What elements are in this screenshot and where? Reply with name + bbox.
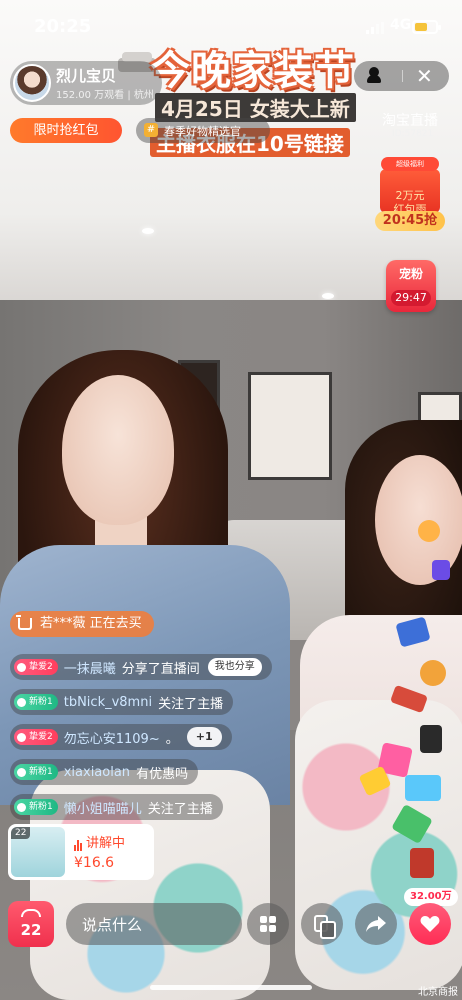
- comment-nickname[interactable]: 勿忘心安1109~: [64, 728, 160, 747]
- ceiling-light: [142, 228, 154, 234]
- comment-item[interactable]: 新粉1 tbNick_v8mni 关注了主播: [10, 689, 234, 715]
- explaining-status: 讲解中: [74, 832, 125, 851]
- copy-icon: [314, 915, 336, 939]
- comment-item[interactable]: 挚爱2 一抹晨曦 分享了直播间 我也分享: [10, 654, 272, 680]
- tag-label: 春季好物精选官: [164, 125, 241, 138]
- copy-button[interactable]: [301, 903, 343, 945]
- divider: [402, 70, 403, 82]
- comment-item[interactable]: 新粉1 xiaxiaolan 有优惠吗: [10, 759, 199, 785]
- comment-item[interactable]: 新粉1 懒小姐喵喵儿 关注了主播: [10, 794, 223, 820]
- badge-label: 新粉1: [29, 697, 53, 707]
- comment-text: 有优惠吗: [136, 766, 189, 782]
- leaf-icon: [17, 767, 26, 777]
- fans-label: 宠粉: [398, 267, 423, 281]
- buying-text: 若***薇 正在去买: [40, 616, 142, 631]
- top-right-controls: ✕: [354, 61, 449, 91]
- cart-icon: [16, 615, 32, 630]
- status-time: 20:25: [34, 16, 92, 37]
- fans-countdown: 29:47: [391, 290, 431, 306]
- host-profile[interactable]: 烈儿宝贝 152.00 万观看 | 杭州: [10, 61, 162, 105]
- tag-chip[interactable]: # 春季好物精选官: [136, 118, 270, 143]
- red-rain-widget[interactable]: 2万元 红包雨 超级福利 20:45抢: [375, 157, 445, 233]
- red-packet-button[interactable]: 限时抢红包: [10, 118, 122, 143]
- red-rain-amount: 2万元: [395, 189, 425, 202]
- comment-text: 。: [165, 731, 179, 747]
- host-stats: 152.00 万观看 | 杭州: [56, 90, 154, 101]
- grid-icon: [260, 916, 276, 932]
- badge-label: 新粉1: [29, 767, 53, 777]
- host-name: 烈儿宝贝: [56, 67, 117, 85]
- love-level-badge: 挚爱2: [14, 659, 58, 675]
- badge-label: 新粉1: [29, 802, 53, 812]
- room-id: ID:57821: [392, 129, 434, 139]
- leaf-icon: [17, 802, 26, 812]
- banner-title: 今晚家装节: [150, 47, 355, 94]
- more-button[interactable]: [247, 903, 289, 945]
- plus-one-button[interactable]: +1: [186, 727, 222, 747]
- comment-nickname[interactable]: 一抹晨曦: [64, 658, 116, 677]
- badge-label: 挚爱2: [29, 732, 53, 742]
- host-avatar[interactable]: [13, 64, 51, 102]
- bag-icon: [21, 909, 41, 917]
- host-face: [62, 375, 174, 525]
- gift-icon: [420, 725, 442, 753]
- fans-gift-card[interactable]: 宠粉 29:47: [386, 260, 436, 312]
- badge-label: 挚爱2: [29, 662, 53, 672]
- share-icon: [366, 916, 386, 932]
- share-too-button[interactable]: 我也分享: [207, 658, 262, 676]
- gift-icon: [405, 775, 441, 801]
- red-rain-badge: 超级福利: [381, 157, 439, 171]
- gift-icon: [432, 560, 450, 580]
- comment-input[interactable]: 说点什么: [66, 903, 242, 945]
- ceiling-light: [322, 293, 334, 299]
- red-rain-time: 20:45抢: [375, 211, 445, 231]
- cart-button[interactable]: 22: [8, 901, 54, 947]
- red-rain-box: 2万元 红包雨: [380, 169, 440, 216]
- comment-nickname[interactable]: tbNick_v8mni: [64, 695, 152, 710]
- home-indicator[interactable]: [150, 985, 312, 990]
- comment-text: 分享了直播间: [121, 661, 200, 677]
- buying-notice: 若***薇 正在去买: [10, 611, 154, 637]
- gift-icon: [420, 660, 446, 686]
- product-number: 22: [11, 827, 31, 839]
- product-card[interactable]: 22 讲解中 ¥16.6: [8, 824, 154, 880]
- comment-text: 关注了主播: [158, 696, 224, 712]
- network-type: 4G: [390, 17, 412, 33]
- gift-icon: [418, 520, 440, 542]
- equalizer-icon: [74, 839, 83, 851]
- comment-placeholder: 说点什么: [82, 916, 143, 934]
- watermark: 北京商报: [418, 987, 458, 998]
- battery-icon: [412, 20, 441, 34]
- star-icon: [17, 732, 26, 742]
- like-button[interactable]: [409, 903, 451, 945]
- battery-level: [415, 23, 427, 31]
- star-icon: [17, 662, 26, 672]
- hashtag-icon: #: [144, 123, 158, 137]
- wall-painting: [248, 372, 332, 480]
- gift-icon: [410, 848, 434, 878]
- brand-logo: 淘宝直播: [382, 113, 438, 129]
- new-fan-badge: 新粉1: [14, 694, 58, 710]
- cart-count: 22: [20, 921, 42, 939]
- leaf-icon: [17, 697, 26, 707]
- comment-text: 关注了主播: [147, 801, 213, 817]
- person-icon[interactable]: [367, 67, 381, 85]
- comment-nickname[interactable]: 懒小姐喵喵儿: [64, 798, 142, 817]
- close-icon[interactable]: ✕: [416, 63, 433, 89]
- signal-icon: [366, 22, 384, 34]
- share-button[interactable]: [355, 903, 397, 945]
- heart-icon: [420, 916, 440, 932]
- product-price: ¥16.6: [74, 855, 115, 871]
- comment-nickname[interactable]: xiaxiaolan: [64, 765, 130, 780]
- explaining-label: 讲解中: [86, 836, 126, 851]
- new-fan-badge: 新粉1: [14, 799, 58, 815]
- comment-item[interactable]: 挚爱2 勿忘心安1109~ 。 +1: [10, 724, 232, 750]
- love-level-badge: 挚爱2: [14, 729, 58, 745]
- new-fan-badge: 新粉1: [14, 764, 58, 780]
